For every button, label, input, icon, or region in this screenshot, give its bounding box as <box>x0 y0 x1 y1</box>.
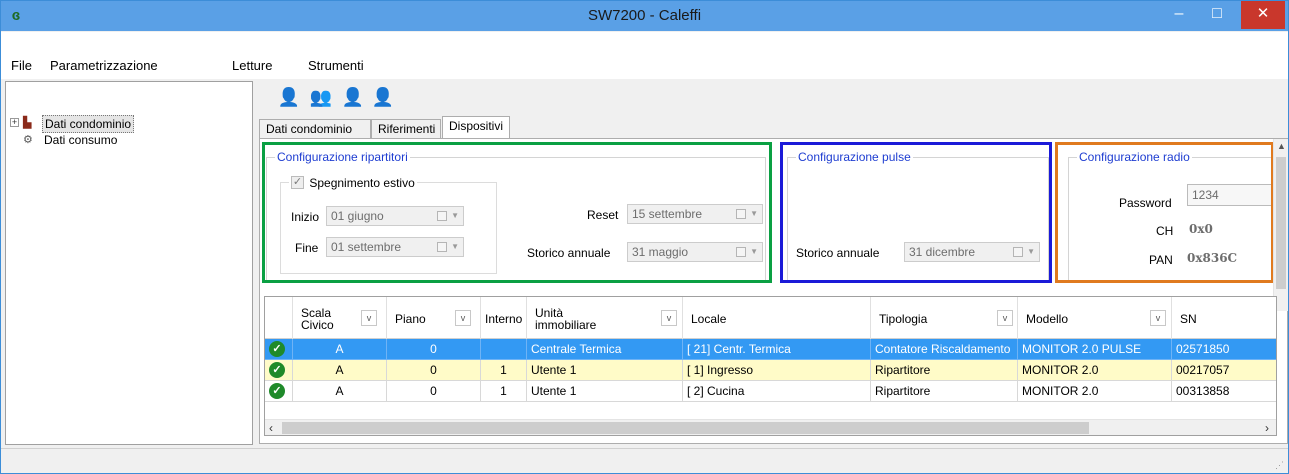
resize-grip-icon[interactable]: ⋰ <box>1275 460 1284 471</box>
window-title: SW7200 - Caleffi <box>587 7 702 24</box>
dispositivi-panel: Configurazione ripartitori ✓ Spegnimento… <box>259 138 1288 444</box>
tree-panel: + ▙ Dati condominio ⚙ Dati consumo <box>5 81 253 445</box>
cell-scala: A <box>293 381 387 402</box>
check-circle-icon: ✓ <box>269 362 285 378</box>
scroll-right-icon[interactable]: › <box>1265 421 1269 435</box>
header-unita[interactable]: Unità immobiliare v <box>527 297 683 339</box>
header-interno[interactable]: Interno <box>481 297 527 339</box>
gears-icon: ⚙ <box>23 134 33 146</box>
cell-scala: A <box>293 339 387 360</box>
tree-item-label: Dati consumo <box>44 133 118 147</box>
users-icon[interactable]: 👥 <box>309 85 333 109</box>
check-circle-icon: ✓ <box>269 341 285 357</box>
table-row[interactable]: ✓ A 0 1 Utente 1[ 1] Ingresso Ripartitore MONI… <box>265 360 1276 381</box>
header-status <box>265 297 293 339</box>
header-tipologia-text: Tipologia <box>879 312 928 326</box>
status-bar: ⋰ <box>1 448 1288 473</box>
header-piano[interactable]: Piano v <box>387 297 481 339</box>
check-circle-icon: ✓ <box>269 383 285 399</box>
cell-unita: Utente 1 <box>527 360 683 381</box>
header-locale-text: Locale <box>691 312 727 326</box>
cell-piano: 0 <box>387 381 481 402</box>
tab-dispositivi[interactable]: Dispositivi <box>442 116 510 139</box>
chevron-down-icon[interactable]: v <box>455 310 471 326</box>
cell-sn: 02571850 <box>1172 339 1276 360</box>
chevron-down-icon[interactable]: v <box>661 310 677 326</box>
cell-interno: 1 <box>481 381 527 402</box>
header-piano-text: Piano <box>395 312 426 326</box>
cell-unita: Centrale Termica <box>527 339 683 360</box>
cell-modello: MONITOR 2.0 PULSE <box>1018 339 1172 360</box>
cell-modello: MONITOR 2.0 <box>1018 381 1172 402</box>
tab-dati-condominio[interactable]: Dati condominio <box>259 119 371 139</box>
cell-unita: Utente 1 <box>527 381 683 402</box>
cell-interno <box>481 339 527 360</box>
cell-interno: 1 <box>481 360 527 381</box>
header-scala-line2: Civico <box>301 318 334 332</box>
chevron-down-icon[interactable]: v <box>997 310 1013 326</box>
cell-sn: 00313858 <box>1172 381 1276 402</box>
menu-strumenti[interactable]: Strumenti <box>308 58 364 73</box>
radio-highlight <box>1055 142 1274 283</box>
pulse-highlight <box>780 142 1052 283</box>
cell-piano: 0 <box>387 360 481 381</box>
header-modello[interactable]: Modello v <box>1018 297 1172 339</box>
cell-tipologia: Contatore Riscaldamento <box>871 339 1018 360</box>
cell-sn: 00217057 <box>1172 360 1276 381</box>
menu-bar: File Parametrizzazione Letture Strumenti <box>1 32 1288 79</box>
header-modello-text: Modello <box>1026 312 1069 326</box>
header-sn-text: SN <box>1180 312 1197 326</box>
menu-parametrizzazione[interactable]: Parametrizzazione <box>50 58 158 73</box>
add-user-icon[interactable]: 👤 <box>277 85 301 109</box>
vertical-scrollbar[interactable]: ▲ <box>1273 139 1288 311</box>
title-bar[interactable]: ɞ SW7200 - Caleffi – □ ✕ <box>1 1 1288 31</box>
scroll-left-icon[interactable]: ‹ <box>269 421 273 435</box>
chevron-down-icon[interactable]: v <box>1150 310 1166 326</box>
header-tipologia[interactable]: Tipologia v <box>871 297 1018 339</box>
grid-header: Scala Civico v Piano v Interno Unità immob… <box>265 297 1276 339</box>
cell-status: ✓ <box>265 339 293 360</box>
header-sn[interactable]: SN <box>1172 297 1276 339</box>
user-move-icon[interactable]: 👤 <box>341 85 365 109</box>
chevron-down-icon[interactable]: v <box>361 310 377 326</box>
cell-tipologia: Ripartitore <box>871 360 1018 381</box>
toolbar: 👤 👥 👤 👤 <box>257 83 1287 113</box>
table-row[interactable]: ✓ A 0 1 Utente 1[ 2] Cucina Ripartitore MONITO… <box>265 381 1276 402</box>
app-window: ɞ SW7200 - Caleffi – □ ✕ File Parametriz… <box>0 0 1289 474</box>
menu-file[interactable]: File <box>11 58 32 73</box>
tree-item-label: Dati condominio <box>42 115 135 133</box>
cell-tipologia: Ripartitore <box>871 381 1018 402</box>
table-row[interactable]: ✓ A 0 Centrale Termica[ 21] Centr. Termica C… <box>265 339 1276 360</box>
header-locale[interactable]: Locale <box>683 297 871 339</box>
cell-scala: A <box>293 360 387 381</box>
cell-status: ✓ <box>265 381 293 402</box>
scroll-up-icon[interactable]: ▲ <box>1277 141 1286 151</box>
cell-locale: [ 2] Cucina <box>683 381 871 402</box>
header-interno-text: Interno <box>485 312 523 326</box>
cell-modello: MONITOR 2.0 <box>1018 360 1172 381</box>
user-remove-icon[interactable]: 👤 <box>371 85 395 109</box>
building-icon: ▙ <box>23 117 32 129</box>
cell-locale: [ 21] Centr. Termica <box>683 339 871 360</box>
header-unita-line2: immobiliare <box>535 318 597 332</box>
header-unita-text: Unità immobiliare <box>535 307 596 331</box>
menu-letture[interactable]: Letture <box>232 58 272 73</box>
cell-status: ✓ <box>265 360 293 381</box>
header-scala[interactable]: Scala Civico v <box>293 297 387 339</box>
header-scala-text: Scala Civico <box>301 307 334 331</box>
horizontal-scrollbar[interactable]: ‹ › <box>265 419 1276 435</box>
scrollbar-thumb[interactable] <box>282 422 1089 434</box>
expand-icon[interactable]: + <box>10 118 19 127</box>
minimize-button[interactable]: – <box>1160 1 1198 29</box>
scrollbar-thumb[interactable] <box>1276 157 1286 289</box>
ripartitori-highlight <box>262 142 772 283</box>
close-button[interactable]: ✕ <box>1241 1 1285 29</box>
devices-grid: Scala Civico v Piano v Interno Unità immob… <box>264 296 1277 436</box>
cell-locale: [ 1] Ingresso <box>683 360 871 381</box>
tab-riferimenti[interactable]: Riferimenti <box>371 119 441 139</box>
maximize-button[interactable]: □ <box>1198 1 1236 29</box>
cell-piano: 0 <box>387 339 481 360</box>
